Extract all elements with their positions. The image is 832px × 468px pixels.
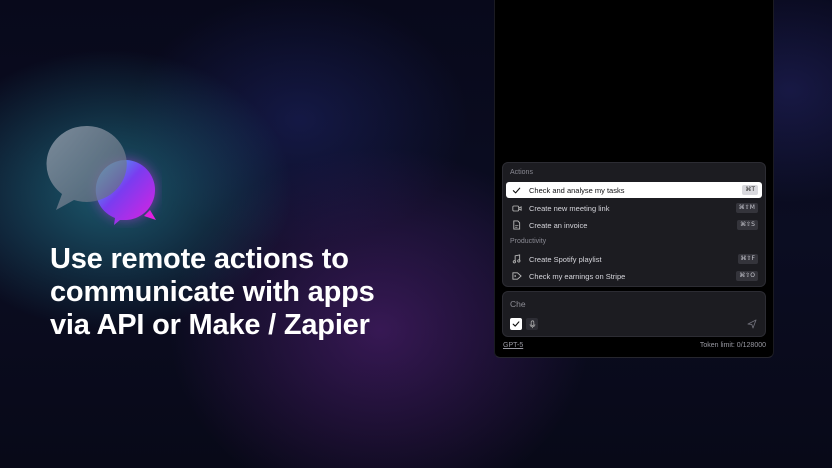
headline-line-2: communicate with apps <box>50 276 375 308</box>
headline-line-1: Use remote actions to <box>50 243 349 275</box>
mic-button[interactable] <box>526 318 538 330</box>
microphone-icon <box>529 319 535 328</box>
menu-item-label: Check my earnings on Stripe <box>529 271 626 281</box>
video-icon <box>511 203 522 214</box>
menu-item-check-tasks[interactable]: Check and analyse my tasks ⌘T <box>506 182 762 198</box>
menu-item-invoice[interactable]: Create an invoice ⌘⇧S <box>506 217 762 233</box>
menu-item-label: Check and analyse my tasks <box>529 185 625 195</box>
shortcut-badge: ⌘⇧S <box>737 220 758 230</box>
check-icon <box>511 185 522 196</box>
menu-item-label: Create Spotify playlist <box>529 254 602 264</box>
check-icon <box>512 321 520 327</box>
chat-bubbles-icon <box>46 125 156 225</box>
send-icon[interactable] <box>747 319 757 329</box>
shortcut-badge: ⌘T <box>742 185 758 195</box>
section-label-productivity: Productivity <box>510 238 547 245</box>
shortcut-badge: ⌘⇧F <box>737 254 758 264</box>
menu-item-stripe[interactable]: Check my earnings on Stripe ⌘⇧O <box>506 268 762 284</box>
headline-line-3: via API or Make / Zapier <box>50 309 370 341</box>
actions-menu: Actions Check and analyse my tasks ⌘T Cr… <box>502 162 766 287</box>
music-icon <box>511 254 522 265</box>
message-composer[interactable]: Che <box>502 291 766 337</box>
check-button[interactable] <box>510 318 522 330</box>
model-selector[interactable]: GPT-5 <box>503 342 523 349</box>
tag-icon <box>511 271 522 282</box>
menu-item-label: Create an invoice <box>529 220 588 230</box>
document-icon <box>511 220 522 231</box>
shortcut-badge: ⌘⇧M <box>735 203 758 213</box>
shortcut-badge: ⌘⇧O <box>736 271 758 281</box>
menu-item-meeting-link[interactable]: Create new meeting link ⌘⇧M <box>506 200 762 216</box>
message-input[interactable]: Che <box>510 299 526 309</box>
token-limit: Token limit: 0/128000 <box>699 342 766 349</box>
headline: Use remote actions to communicate with a… <box>50 243 375 342</box>
menu-item-label: Create new meeting link <box>529 203 610 213</box>
section-label-actions: Actions <box>510 169 533 176</box>
menu-item-spotify[interactable]: Create Spotify playlist ⌘⇧F <box>506 251 762 267</box>
